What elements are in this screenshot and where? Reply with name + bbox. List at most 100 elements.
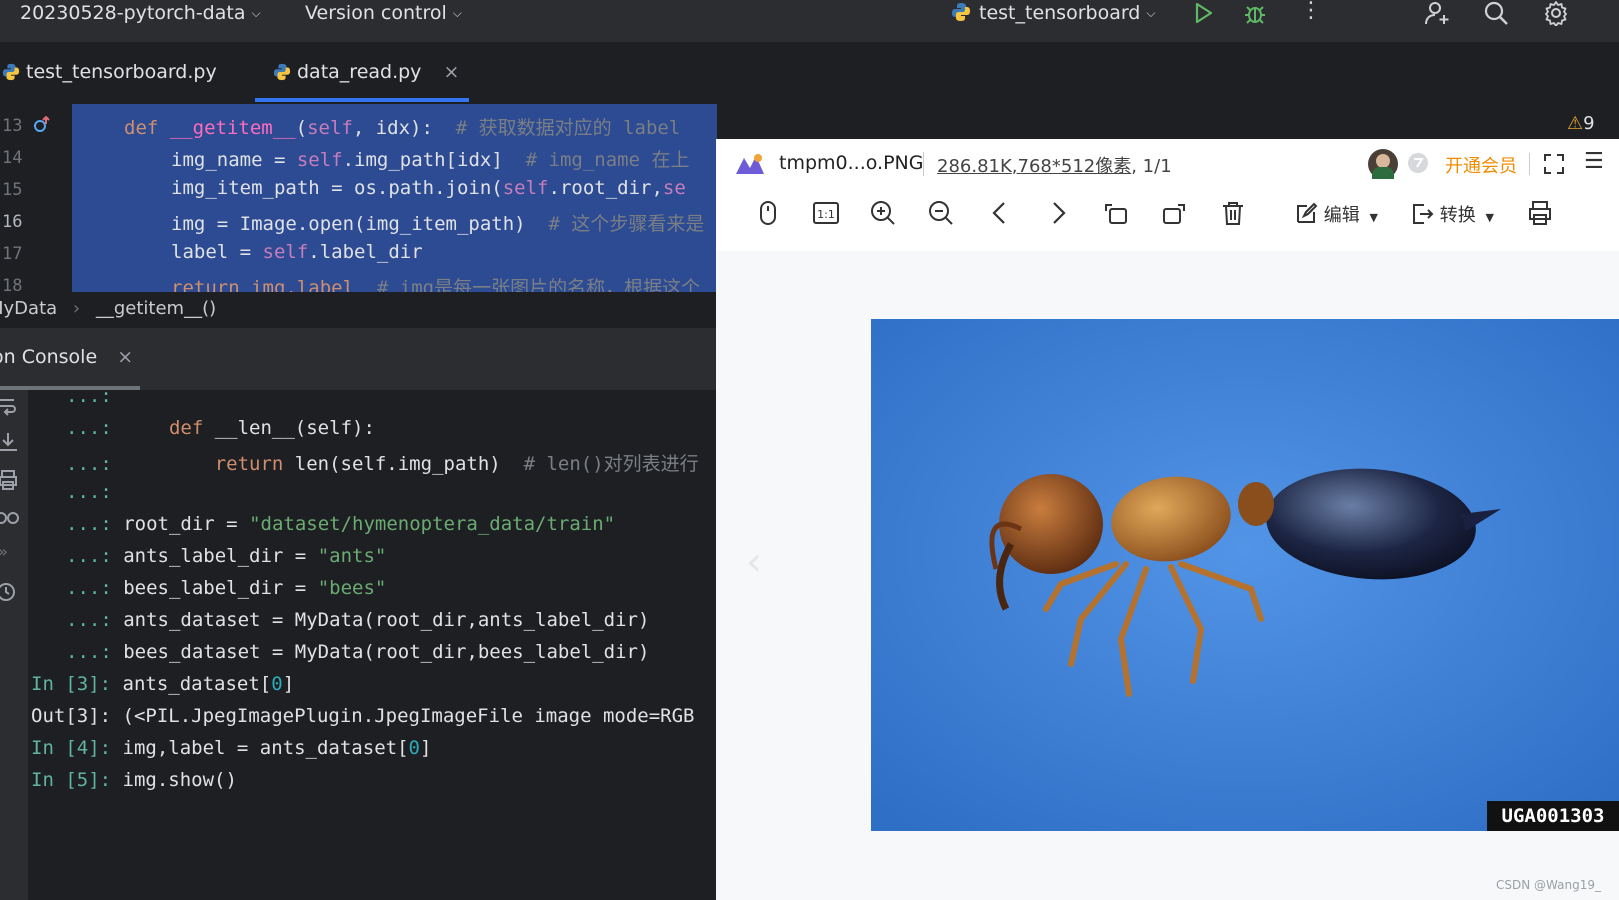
- console-tab-bar: on Console ×: [0, 328, 717, 390]
- print-icon[interactable]: [1526, 199, 1554, 227]
- console-line: In [3]: ants_dataset[0]: [31, 673, 295, 695]
- python-file-icon: [273, 63, 291, 81]
- dropdown-caret-icon: ▼: [1485, 211, 1494, 224]
- fullscreen-icon[interactable]: [1543, 153, 1565, 175]
- add-user-icon[interactable]: [1424, 0, 1452, 26]
- line-gutter: 13 14 15 16 17 18: [0, 104, 72, 292]
- run-config-label: test_tensorboard: [979, 2, 1141, 24]
- main-toolbar: 20230528-pytorch-data ⌵ Version control ⌵ …: [0, 0, 1619, 43]
- tab-test-tensorboard[interactable]: test_tensorboard.py: [2, 58, 217, 86]
- breadcrumb-separator-icon: ›: [72, 298, 81, 319]
- tab-data-read[interactable]: data_read.py ×: [273, 58, 459, 86]
- zoom-out-icon[interactable]: [927, 199, 955, 227]
- code-line-14: img_name = self.img_path[idx] # img_name…: [171, 149, 690, 171]
- line-number: 15: [2, 180, 23, 200]
- console-line: ...:: [66, 481, 112, 503]
- next-image-icon[interactable]: [1044, 199, 1072, 227]
- chevron-down-icon: ⌵: [1146, 6, 1156, 20]
- breadcrumb-method[interactable]: __getitem__(): [96, 298, 216, 319]
- title-divider: [1529, 153, 1530, 175]
- more-vertical-icon[interactable]: ⋮: [1300, 0, 1322, 22]
- code-line-18: return img,label # img是每一张图片的名称，根据这个: [171, 277, 701, 292]
- avatar[interactable]: [1368, 149, 1398, 179]
- code-line-15: img_item_path = os.path.join(self.root_d…: [171, 177, 686, 199]
- variables-view-icon[interactable]: [0, 506, 20, 530]
- tab-label: test_tensorboard.py: [26, 61, 217, 83]
- console-line: ...:: [66, 390, 112, 407]
- image-watermark: UGA001303: [1487, 801, 1619, 831]
- soft-wrap-icon[interactable]: [0, 394, 20, 418]
- breadcrumb-class[interactable]: MyData: [0, 298, 57, 319]
- override-marker-icon[interactable]: [33, 116, 51, 134]
- more-chevron-icon[interactable]: »: [0, 542, 8, 561]
- previous-arrow-icon[interactable]: ‹: [746, 539, 762, 585]
- actual-size-icon[interactable]: 1:1: [812, 199, 840, 227]
- run-config-selector[interactable]: test_tensorboard ⌵: [951, 0, 1155, 26]
- line-number: 18: [2, 276, 23, 292]
- python-console[interactable]: » ...: ...: def __len__(self): ...: retu…: [0, 390, 717, 900]
- code-editor[interactable]: 13 14 15 16 17 18 def __getitem__(self, …: [0, 104, 717, 292]
- viewer-file-name: tmpm0...o.PNG: [779, 152, 924, 174]
- edit-pencil-icon: [1297, 202, 1318, 223]
- project-name: 20230528-pytorch-data: [20, 2, 246, 24]
- tab-python-console[interactable]: on Console ×: [0, 346, 133, 368]
- console-line: Out[3]: (<PIL.JpegImagePlugin.JpegImageF…: [31, 705, 695, 727]
- line-number: 14: [2, 148, 23, 168]
- image-viewer-window: tmpm0...o.PNG 286.81K,768*512像素, 1/1 开通会…: [716, 139, 1619, 900]
- console-line: ...: ants_dataset = MyData(root_dir,ants…: [66, 609, 650, 631]
- code-line-17: label = self.label_dir: [171, 241, 423, 263]
- console-line: ...: bees_dataset = MyData(root_dir,bees…: [66, 641, 650, 663]
- tab-label: data_read.py: [297, 61, 422, 83]
- debug-icon[interactable]: [1243, 1, 1267, 25]
- rotate-right-icon[interactable]: [1160, 199, 1188, 227]
- vcs-label: Version control: [305, 2, 447, 24]
- title-divider: [923, 152, 924, 176]
- convert-export-icon: [1413, 204, 1434, 224]
- edit-label: 编辑: [1323, 205, 1360, 226]
- ant-photo: UGA001303: [871, 319, 1619, 831]
- dropdown-caret-icon: ▼: [1369, 211, 1378, 224]
- search-icon[interactable]: [1483, 0, 1509, 26]
- edit-button[interactable]: 编辑 ▼: [1294, 201, 1378, 227]
- chevron-down-icon: ⌵: [251, 6, 261, 20]
- console-line: In [5]: img.show(): [31, 769, 237, 791]
- line-number: 16: [2, 212, 23, 232]
- warning-icon: ⚠: [1567, 113, 1584, 134]
- project-selector[interactable]: 20230528-pytorch-data ⌵: [20, 0, 261, 26]
- mouse-mode-icon[interactable]: [754, 199, 782, 227]
- vip-upgrade-link[interactable]: 开通会员: [1445, 152, 1517, 178]
- vcs-menu[interactable]: Version control ⌵: [305, 0, 462, 26]
- run-icon[interactable]: [1192, 2, 1214, 24]
- delete-trash-icon[interactable]: [1219, 199, 1247, 227]
- viewer-title-bar: tmpm0...o.PNG 286.81K,768*512像素, 1/1 开通会…: [716, 139, 1619, 191]
- print-icon[interactable]: [0, 468, 20, 492]
- console-line: ...: ants_label_dir = "ants": [66, 545, 387, 567]
- image-dimensions[interactable]: ,768*512像素: [1012, 156, 1131, 177]
- svg-text:1:1: 1:1: [817, 208, 835, 221]
- editor-tab-bar: test_tensorboard.py data_read.py ×: [0, 42, 1619, 104]
- ant-image-icon: [871, 319, 1619, 831]
- file-size[interactable]: 286.81K: [937, 156, 1012, 177]
- menu-hamburger-icon[interactable]: ☰: [1584, 149, 1604, 174]
- warnings-indicator[interactable]: ⚠9: [1567, 108, 1619, 140]
- zoom-in-icon[interactable]: [869, 199, 897, 227]
- history-clock-icon[interactable]: [0, 580, 18, 604]
- active-tab-indicator: [255, 98, 469, 102]
- previous-image-icon[interactable]: [986, 199, 1014, 227]
- page-indicator: , 1/1: [1131, 156, 1172, 177]
- console-close-icon[interactable]: ×: [117, 346, 133, 368]
- console-line: ...: bees_label_dir = "bees": [66, 577, 387, 599]
- console-line: In [4]: img,label = ants_dataset[0]: [31, 737, 432, 759]
- convert-button[interactable]: 转换 ▼: [1410, 201, 1494, 227]
- file-info: 286.81K,768*512像素, 1/1: [937, 152, 1172, 178]
- warning-count: 9: [1583, 113, 1595, 134]
- rotate-left-icon[interactable]: [1102, 199, 1130, 227]
- console-side-toolbar: »: [0, 390, 28, 900]
- scroll-to-end-icon[interactable]: [0, 430, 20, 454]
- python-icon: [952, 3, 970, 21]
- vip-badge-icon[interactable]: [1406, 151, 1430, 175]
- settings-gear-icon[interactable]: [1543, 0, 1569, 26]
- console-line: ...: root_dir = "dataset/hymenoptera_dat…: [66, 513, 616, 535]
- tab-close-icon[interactable]: ×: [443, 61, 459, 83]
- python-file-icon: [2, 63, 20, 81]
